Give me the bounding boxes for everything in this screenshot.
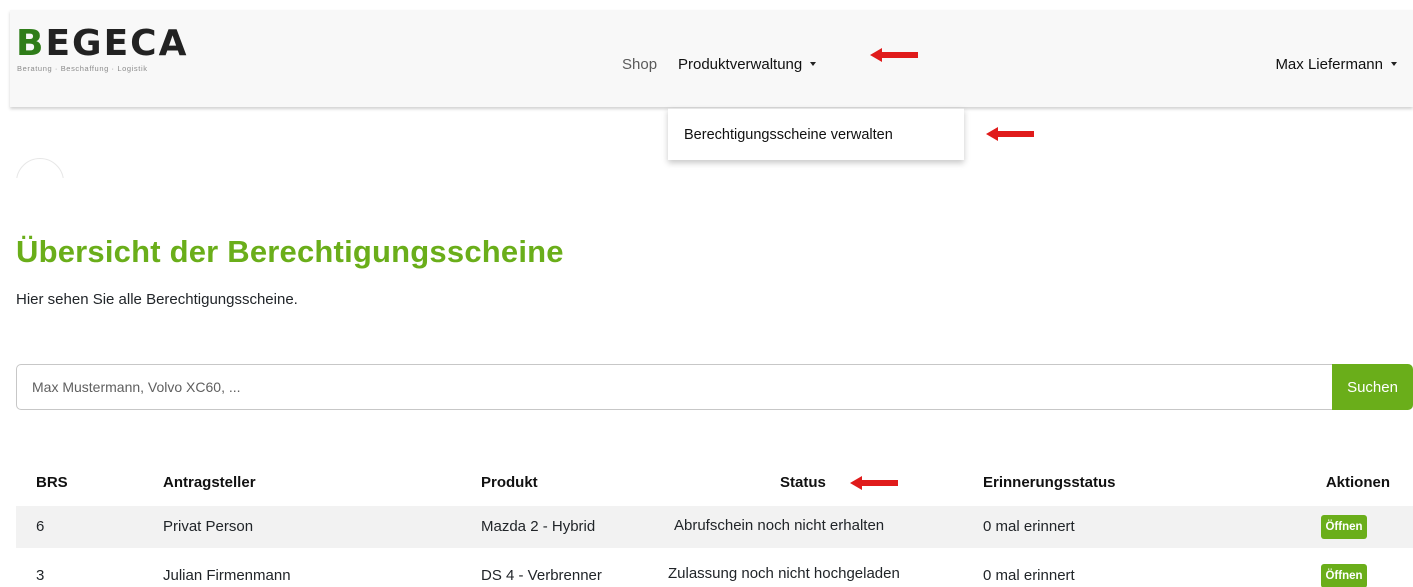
- open-button[interactable]: Öffnen: [1321, 515, 1367, 539]
- column-header-antragsteller: Antragsteller: [163, 474, 256, 491]
- page-title: Übersicht der Berechtigungsscheine: [16, 234, 564, 269]
- produktverwaltung-dropdown-menu: Berechtigungsscheine verwalten: [668, 108, 964, 160]
- table-row: 6 Privat Person Mazda 2 - Hybrid Abrufsc…: [16, 506, 1413, 548]
- nav-produktverwaltung-label: Produktverwaltung: [678, 56, 803, 73]
- cell-status: Abrufschein noch nicht erhalten: [674, 517, 885, 534]
- brand-first-letter: B: [16, 23, 46, 64]
- brand-logo[interactable]: BEGECA Beratung · Beschaffung · Logistik: [16, 25, 206, 75]
- search-button[interactable]: Suchen: [1332, 364, 1413, 410]
- open-button[interactable]: Öffnen: [1321, 564, 1367, 587]
- cell-status: Zulassung noch nicht hochgeladen: [668, 565, 900, 582]
- column-header-produkt: Produkt: [481, 474, 538, 491]
- cell-antragsteller: Julian Firmenmann: [163, 567, 291, 584]
- cell-produkt: Mazda 2 - Hybrid: [481, 518, 596, 535]
- back-button-mask: [0, 178, 200, 218]
- column-header-brs: BRS: [36, 474, 68, 491]
- user-menu-dropdown[interactable]: Max Liefermann: [1275, 56, 1397, 73]
- search-input[interactable]: [16, 364, 1333, 410]
- cell-brs: 6: [36, 518, 45, 535]
- annotation-arrow-icon: [850, 476, 898, 490]
- caret-down-icon: [1391, 62, 1397, 66]
- annotation-arrow-icon: [870, 48, 918, 62]
- top-navbar: BEGECA Beratung · Beschaffung · Logistik…: [10, 10, 1413, 107]
- dropdown-item-berechtigungsscheine[interactable]: Berechtigungsscheine verwalten: [684, 127, 893, 143]
- cell-antragsteller: Privat Person: [163, 518, 254, 535]
- cell-brs: 3: [36, 567, 45, 584]
- caret-down-icon: [810, 62, 817, 66]
- user-name-label: Max Liefermann: [1275, 56, 1383, 73]
- page-subtitle: Hier sehen Sie alle Berechtigungsscheine…: [16, 291, 298, 308]
- cell-produkt: DS 4 - Verbrenner: [481, 567, 602, 584]
- brand-wordmark: BEGECA: [16, 25, 188, 63]
- cell-erinnerungsstatus: 0 mal erinnert: [983, 518, 1075, 535]
- table-row: 3 Julian Firmenmann DS 4 - Verbrenner Zu…: [16, 548, 1413, 587]
- column-header-aktionen: Aktionen: [1325, 474, 1390, 491]
- nav-shop-link[interactable]: Shop: [622, 56, 657, 73]
- brand-tagline: Beratung · Beschaffung · Logistik: [17, 64, 148, 73]
- brand-name: EGECA: [45, 23, 189, 64]
- cell-erinnerungsstatus: 0 mal erinnert: [983, 567, 1075, 584]
- column-header-erinnerungsstatus: Erinnerungsstatus: [983, 474, 1116, 491]
- annotation-arrow-icon: [986, 127, 1034, 141]
- column-header-status: Status: [780, 474, 826, 491]
- nav-produktverwaltung-dropdown[interactable]: Produktverwaltung: [678, 56, 817, 73]
